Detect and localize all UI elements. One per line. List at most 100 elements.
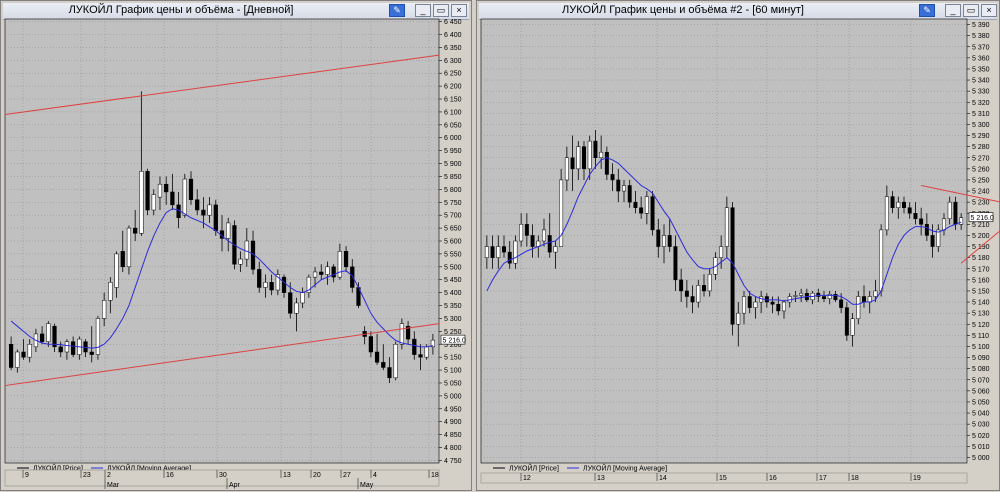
candle-body [742, 296, 746, 314]
candle-body [582, 146, 586, 170]
y-tick-label: 5 020 [972, 433, 990, 440]
candle-body [294, 302, 299, 314]
candle-body [182, 178, 187, 216]
candle-body [953, 201, 958, 225]
candle-body [188, 178, 194, 200]
candle-body [15, 351, 20, 368]
candle-body [884, 196, 889, 231]
y-tick-label: 5 800 [444, 187, 462, 194]
candle-body [300, 292, 305, 304]
y-tick-label: 5 170 [972, 266, 990, 273]
y-tick-label: 5 100 [972, 344, 990, 351]
candle-body [644, 196, 649, 214]
y-tick-label: 5 380 [972, 33, 990, 40]
y-tick-label: 4 850 [444, 432, 462, 439]
candle-body [684, 290, 689, 297]
candle-body [151, 194, 156, 211]
candle-body [902, 201, 906, 208]
candle-body [157, 183, 163, 198]
y-tick-label: 6 000 [444, 135, 462, 142]
y-tick-label: 5 330 [972, 89, 990, 96]
candle-body [263, 282, 268, 288]
y-tick-label: 6 450 [444, 19, 462, 26]
candle-body [604, 151, 609, 175]
y-tick-label: 6 350 [444, 45, 462, 52]
y-tick-label: 5 090 [972, 355, 990, 362]
candle-body [207, 204, 212, 216]
candle-body [343, 251, 349, 268]
candle-body [702, 285, 706, 292]
y-tick-label: 5 650 [444, 226, 462, 233]
candle-body [381, 362, 386, 368]
y-tick-label: 4 950 [444, 406, 462, 413]
candle-body [288, 292, 293, 314]
candle-body [850, 318, 855, 336]
candle-body [610, 174, 615, 181]
x-month-label: Apr [229, 482, 241, 489]
candle-body [337, 251, 342, 278]
y-tick-label: 5 900 [444, 161, 462, 168]
candle-body [312, 271, 318, 278]
y-tick-label: 5 450 [444, 277, 462, 284]
y-tick-label: 5 060 [972, 388, 990, 395]
candle-body [484, 246, 489, 258]
y-tick-label: 6 400 [444, 32, 462, 39]
y-tick-label: 5 400 [444, 290, 462, 297]
candle-body [782, 301, 786, 312]
legend-price-label: ЛУКОЙЛ [Price] [509, 464, 559, 473]
candle-body [46, 323, 51, 342]
candle-body [71, 341, 76, 355]
daily-chart[interactable]: 6 450 6 400 6 350 6 300 6 250 6 200 6 150 6 100… [1, 1, 473, 492]
candle-body [139, 171, 144, 234]
x-tick-label: 13 [283, 472, 291, 479]
candle-body [120, 251, 125, 268]
y-tick-label: 5 150 [972, 288, 990, 295]
candle-body [374, 351, 380, 363]
candle-body [52, 325, 57, 348]
candle-body [696, 285, 701, 303]
candle-body [102, 300, 107, 319]
candle-body [350, 266, 355, 288]
y-tick-label: 5 370 [972, 44, 990, 51]
candle-body [576, 146, 581, 170]
candle-body [170, 191, 175, 206]
y-tick-label: 5 240 [972, 189, 990, 196]
candle-body [412, 338, 417, 355]
candle-body [64, 341, 70, 353]
candle-body [530, 235, 535, 247]
x-tick-label: 18 [851, 475, 859, 482]
x-month-label: Mar [107, 482, 120, 489]
y-tick-label: 6 300 [444, 58, 462, 65]
candle-body [490, 246, 495, 258]
candle-body [599, 151, 604, 158]
candle-body [799, 292, 804, 296]
y-tick-label: 5 700 [444, 213, 462, 220]
x-month-label: May [360, 482, 374, 489]
y-tick-label: 5 250 [444, 329, 462, 336]
candle-body [856, 296, 861, 319]
candle-body [418, 354, 423, 358]
hourly-chart[interactable]: 5 390 5 380 5 370 5 360 5 350 5 340 5 330 5 320… [477, 1, 1000, 492]
candle-body [257, 269, 262, 288]
legend-ma-label: ЛУКОЙЛ [Moving Average] [583, 464, 667, 473]
candle-body [839, 299, 844, 308]
candle-body [587, 140, 592, 170]
candle-body [393, 344, 398, 379]
y-tick-label: 5 130 [972, 311, 990, 318]
candle-body [673, 246, 678, 281]
candle-body [793, 295, 798, 297]
y-tick-label: 5 230 [972, 200, 990, 207]
y-tick-label: 6 250 [444, 71, 462, 78]
candle-body [622, 185, 626, 192]
candle-body [593, 140, 598, 159]
candle-body [547, 235, 552, 253]
y-tick-label: 5 250 [972, 177, 990, 184]
candle-body [679, 279, 684, 292]
candle-body [667, 235, 672, 247]
candle-body [213, 204, 218, 231]
candle-body [627, 185, 632, 203]
candle-body [650, 196, 655, 231]
y-tick-label: 5 070 [972, 377, 990, 384]
y-tick-label: 5 310 [972, 111, 990, 118]
candle-body [570, 157, 575, 170]
